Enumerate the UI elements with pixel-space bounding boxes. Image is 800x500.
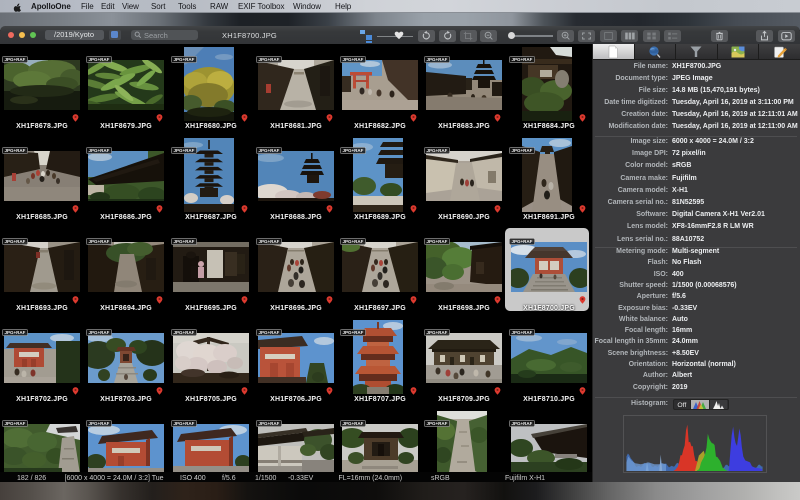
svg-text:JPG+RAF: JPG+RAF [5,148,26,153]
svg-text:JPG+RAF: JPG+RAF [512,57,533,62]
svg-text:JPG+RAF: JPG+RAF [5,239,26,244]
svg-text:JPG+RAF: JPG+RAF [512,239,533,244]
svg-text:JPG+RAF: JPG+RAF [343,148,364,153]
svg-text:JPG+RAF: JPG+RAF [174,330,195,335]
svg-text:JPG+RAF: JPG+RAF [174,148,195,153]
svg-text:JPG+RAF: JPG+RAF [259,148,280,153]
svg-text:JPG+RAF: JPG+RAF [89,57,110,62]
svg-text:JPG+RAF: JPG+RAF [174,57,195,62]
svg-text:JPG+RAF: JPG+RAF [427,57,448,62]
svg-text:JPG+RAF: JPG+RAF [512,421,533,426]
svg-text:JPG+RAF: JPG+RAF [5,57,26,62]
svg-text:JPG+RAF: JPG+RAF [343,330,364,335]
svg-text:JPG+RAF: JPG+RAF [427,148,448,153]
svg-text:JPG+RAF: JPG+RAF [5,421,26,426]
svg-text:JPG+RAF: JPG+RAF [89,148,110,153]
svg-text:JPG+RAF: JPG+RAF [89,239,110,244]
svg-text:JPG+RAF: JPG+RAF [427,421,448,426]
svg-text:JPG+RAF: JPG+RAF [89,421,110,426]
svg-text:JPG+RAF: JPG+RAF [512,148,533,153]
svg-text:JPG+RAF: JPG+RAF [259,330,280,335]
svg-text:JPG+RAF: JPG+RAF [5,330,26,335]
svg-text:JPG+RAF: JPG+RAF [427,239,448,244]
svg-text:JPG+RAF: JPG+RAF [89,330,110,335]
svg-text:JPG+RAF: JPG+RAF [259,57,280,62]
svg-text:JPG+RAF: JPG+RAF [174,421,195,426]
svg-text:JPG+RAF: JPG+RAF [259,421,280,426]
svg-text:JPG+RAF: JPG+RAF [512,330,533,335]
svg-text:JPG+RAF: JPG+RAF [427,330,448,335]
svg-text:JPG+RAF: JPG+RAF [259,239,280,244]
svg-text:JPG+RAF: JPG+RAF [343,421,364,426]
svg-text:JPG+RAF: JPG+RAF [343,57,364,62]
svg-text:JPG+RAF: JPG+RAF [174,239,195,244]
svg-text:JPG+RAF: JPG+RAF [343,239,364,244]
